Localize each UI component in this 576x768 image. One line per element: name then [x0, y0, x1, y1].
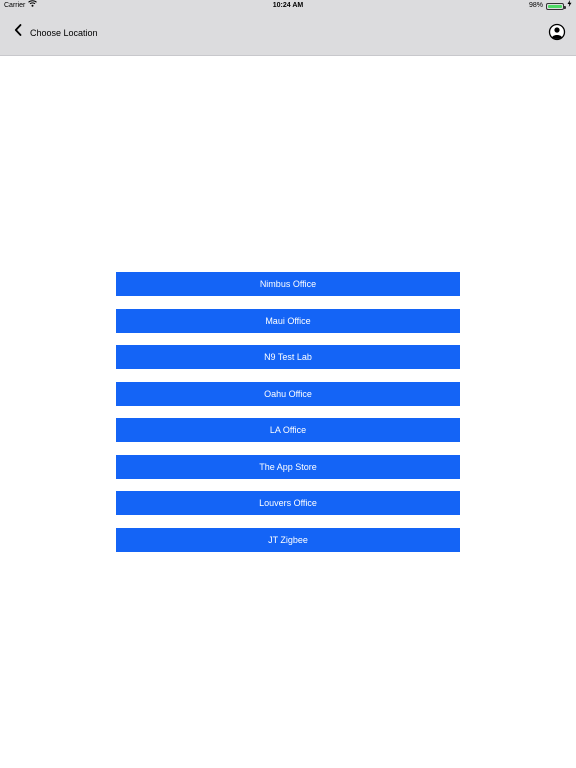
chevron-left-icon [14, 23, 22, 41]
charging-icon [567, 0, 572, 12]
status-right: 98% [529, 0, 572, 12]
battery-icon [546, 2, 566, 10]
user-icon [548, 23, 566, 45]
carrier-label: Carrier [4, 2, 26, 9]
status-time: 10:24 AM [272, 2, 304, 9]
location-button-la-office[interactable]: LA Office [116, 418, 460, 442]
header: 10:24 AM Carrier 98% Choose Location [0, 0, 576, 56]
location-button-n9-test-lab[interactable]: N9 Test Lab [116, 345, 460, 369]
location-button-nimbus-office[interactable]: Nimbus Office [116, 272, 460, 296]
page-title: Choose Location [30, 28, 98, 38]
profile-button[interactable] [548, 23, 566, 41]
location-button-oahu-office[interactable]: Oahu Office [116, 381, 460, 406]
battery-percent: 98% [528, 2, 543, 9]
nav-bar: Choose Location [0, 14, 576, 52]
wifi-icon [28, 0, 38, 12]
location-button-the-app-store[interactable]: The App Store [116, 454, 460, 479]
status-bar: 10:24 AM Carrier 98% [0, 0, 576, 12]
location-button-maui-office[interactable]: Maui Office [116, 308, 460, 333]
location-list: Nimbus Office Maui Office N9 Test Lab Oa… [116, 272, 460, 564]
back-button[interactable] [8, 22, 28, 42]
location-button-jt-zigbee[interactable]: JT Zigbee [116, 527, 460, 552]
status-left: Carrier [4, 0, 38, 12]
location-button-louvers-office[interactable]: Louvers Office [116, 491, 460, 515]
